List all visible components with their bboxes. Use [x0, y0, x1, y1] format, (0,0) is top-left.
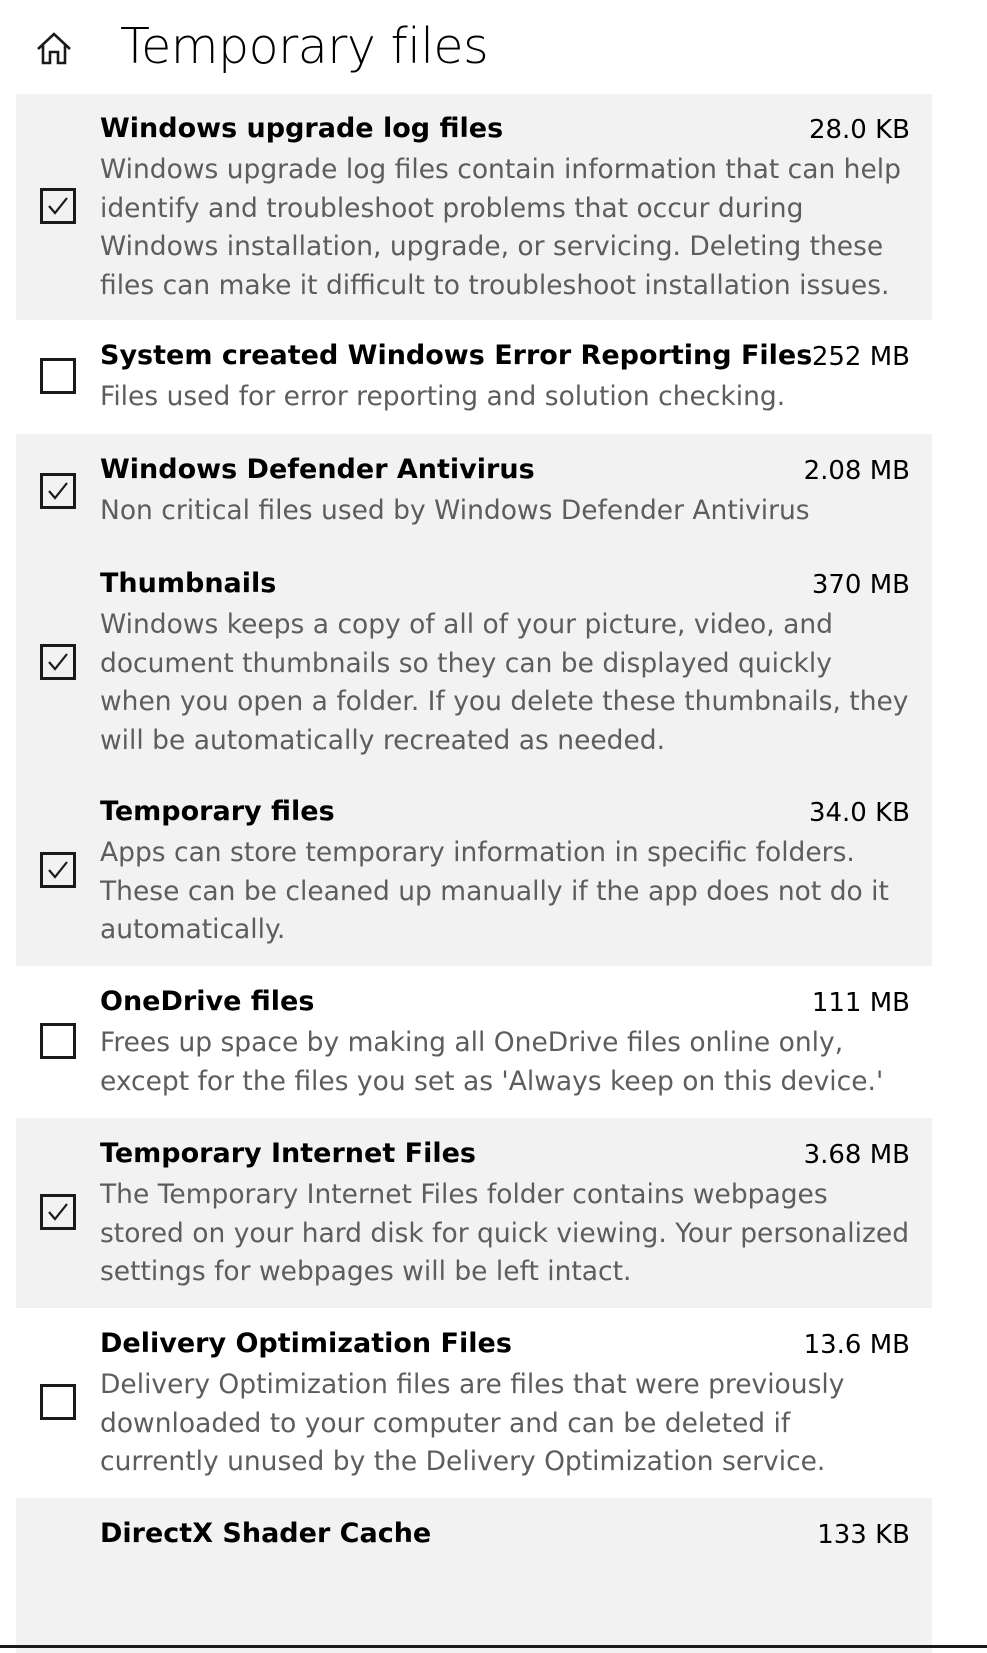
- checkbox-windows-upgrade-log-files[interactable]: [40, 188, 76, 224]
- page-title: Temporary files: [120, 18, 489, 75]
- item-name: Windows Defender Antivirus: [100, 454, 535, 485]
- item-description: Delivery Optimization files are files th…: [100, 1369, 845, 1477]
- item-name: DirectX Shader Cache: [100, 1518, 432, 1549]
- home-icon[interactable]: [35, 30, 73, 68]
- item-description: Files used for error reporting and solut…: [100, 381, 786, 412]
- list-item-delivery-optimization-files[interactable]: Delivery Optimization Files 13.6 MB Deli…: [16, 1308, 932, 1498]
- item-description: Frees up space by making all OneDrive fi…: [100, 1027, 884, 1097]
- item-name: Windows upgrade log files: [100, 113, 504, 144]
- item-size: 370 MB: [811, 570, 910, 600]
- item-name: Temporary Internet Files: [100, 1138, 476, 1169]
- checkmark-icon: [48, 1203, 68, 1221]
- item-description: The Temporary Internet Files folder cont…: [100, 1179, 910, 1287]
- checkmark-icon: [48, 653, 68, 671]
- item-description: Windows keeps a copy of all of your pict…: [100, 609, 909, 756]
- item-name: Thumbnails: [100, 568, 277, 599]
- item-size: 252 MB: [811, 342, 910, 372]
- item-size: 111 MB: [811, 988, 910, 1018]
- list-item-windows-defender-antivirus[interactable]: Windows Defender Antivirus 2.08 MB Non c…: [16, 434, 932, 548]
- checkmark-icon: [48, 482, 68, 500]
- item-name: Delivery Optimization Files: [100, 1328, 512, 1359]
- checkbox-thumbnails[interactable]: [40, 644, 76, 680]
- checkbox-windows-defender-antivirus[interactable]: [40, 473, 76, 509]
- list-item-error-reporting-files[interactable]: System created Windows Error Reporting F…: [16, 320, 932, 434]
- item-description: Windows upgrade log files contain inform…: [100, 154, 901, 301]
- checkbox-temporary-files[interactable]: [40, 852, 76, 888]
- checkbox-temporary-internet-files[interactable]: [40, 1194, 76, 1230]
- item-size: 2.08 MB: [803, 456, 910, 486]
- item-description: Apps can store temporary information in …: [100, 837, 889, 945]
- item-size: 13.6 MB: [803, 1330, 910, 1360]
- item-name: System created Windows Error Reporting F…: [100, 340, 813, 371]
- checkmark-icon: [48, 861, 68, 879]
- item-size: 34.0 KB: [808, 798, 910, 828]
- list-item-temporary-files[interactable]: Temporary files 34.0 KB Apps can store t…: [16, 776, 932, 966]
- list-item-windows-upgrade-log-files[interactable]: Windows upgrade log files 28.0 KB Window…: [16, 94, 932, 320]
- item-size: 3.68 MB: [803, 1140, 910, 1170]
- item-size: 28.0 KB: [808, 115, 910, 145]
- list-item-thumbnails[interactable]: Thumbnails 370 MB Windows keeps a copy o…: [16, 548, 932, 776]
- list-item-directx-shader-cache[interactable]: DirectX Shader Cache 133 KB: [16, 1498, 932, 1653]
- list-item-temporary-internet-files[interactable]: Temporary Internet Files 3.68 MB The Tem…: [16, 1118, 932, 1308]
- bottom-divider: [0, 1645, 987, 1648]
- checkbox-error-reporting-files[interactable]: [40, 358, 76, 394]
- checkbox-onedrive-files[interactable]: [40, 1023, 76, 1059]
- checkmark-icon: [48, 197, 68, 215]
- checkbox-delivery-optimization-files[interactable]: [40, 1384, 76, 1420]
- item-description: Non critical files used by Windows Defen…: [100, 495, 810, 526]
- list-item-onedrive-files[interactable]: OneDrive files 111 MB Frees up space by …: [16, 966, 932, 1118]
- item-name: OneDrive files: [100, 986, 315, 1017]
- item-name: Temporary files: [100, 796, 335, 827]
- page-header: Temporary files: [0, 0, 987, 100]
- item-size: 133 KB: [817, 1520, 910, 1550]
